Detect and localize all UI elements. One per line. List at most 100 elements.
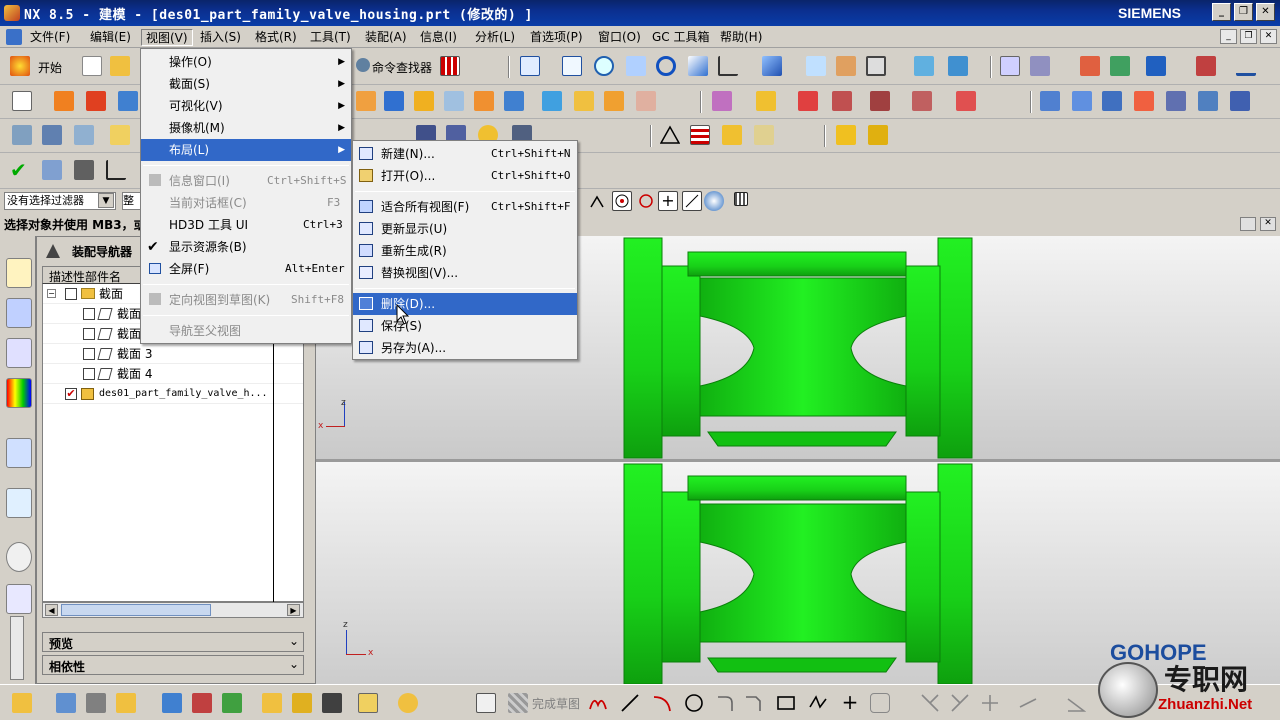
revolve-icon[interactable] [86, 91, 106, 111]
fit-view-icon[interactable] [520, 56, 540, 76]
menu-format[interactable]: 格式(R) [251, 29, 301, 46]
menu-item-camera[interactable]: 摄像机(M) ▶ [141, 117, 351, 139]
menu-tools[interactable]: 工具(T) [306, 29, 355, 46]
section-2-checkbox[interactable] [83, 328, 95, 340]
menu-help[interactable]: 帮助(H) [716, 29, 766, 46]
start-label[interactable]: 开始 [38, 59, 62, 76]
pin-icon[interactable] [46, 244, 60, 258]
constraint-navigator-tab-icon[interactable] [6, 298, 32, 328]
sync-icon-c[interactable] [798, 91, 818, 111]
sketch-task-icon[interactable] [476, 693, 496, 713]
status-toggle-icon[interactable] [1240, 217, 1256, 231]
scroll-left-icon[interactable]: ◀ [45, 604, 58, 616]
menu-item-layout[interactable]: 布局(L) ▶ [141, 139, 351, 161]
nx-document-icon[interactable] [6, 29, 22, 45]
start-icon[interactable] [10, 56, 30, 76]
expand-chevron-icon[interactable]: ⌄ [289, 657, 299, 671]
rotate-icon[interactable] [656, 56, 676, 76]
section-1-checkbox[interactable] [83, 308, 95, 320]
part-checkbox-checked[interactable]: ✔ [65, 388, 77, 400]
layout-fit-all-views[interactable]: 适合所有视图(F) Ctrl+Shift+F [353, 196, 577, 218]
pmi-icon[interactable] [722, 125, 742, 145]
dimension-icon[interactable] [1196, 56, 1216, 76]
orient-view-icon[interactable] [718, 56, 738, 76]
pan-icon[interactable] [626, 56, 646, 76]
mdi-restore-button[interactable]: ❐ [1240, 29, 1257, 44]
layout-save-as[interactable]: 另存为(A)... [353, 337, 577, 359]
dependency-panel-header[interactable]: 相依性 ⌄ [42, 655, 304, 675]
bottom-icon-k[interactable] [358, 693, 378, 713]
section-3-checkbox[interactable] [83, 348, 95, 360]
select-icon-a[interactable] [42, 160, 62, 180]
surface-icon-a[interactable] [1040, 91, 1060, 111]
trim-icon[interactable] [920, 693, 940, 713]
constraint-icon[interactable] [1018, 693, 1038, 713]
block-icon[interactable] [118, 91, 138, 111]
display-mode-icon[interactable] [866, 56, 886, 76]
bottom-icon-h[interactable] [262, 693, 282, 713]
menu-file[interactable]: 文件(F) [26, 29, 74, 46]
system-materials-tab-icon[interactable] [6, 584, 32, 614]
snap-arc-icon[interactable] [588, 191, 606, 211]
section-4-checkbox[interactable] [83, 368, 95, 380]
mdi-minimize-button[interactable]: _ [1220, 29, 1237, 44]
status-close-icon[interactable]: ✕ [1260, 217, 1276, 231]
menu-analysis[interactable]: 分析(L) [471, 29, 519, 46]
bottom-icon-d[interactable] [116, 693, 136, 713]
sync-icon-e[interactable] [870, 91, 890, 111]
extrude-icon[interactable] [54, 91, 74, 111]
snap-grid-icon[interactable] [734, 192, 748, 206]
extend-icon[interactable] [950, 693, 970, 713]
bottom-icon-g[interactable] [222, 693, 242, 713]
binoculars-icon[interactable] [356, 58, 370, 72]
snap-quadrant-icon[interactable] [636, 191, 656, 211]
feature-icon-d[interactable] [444, 91, 464, 111]
close-button[interactable]: ✕ [1256, 3, 1275, 21]
corner-icon[interactable] [980, 693, 1000, 713]
minimize-button[interactable]: _ [1212, 3, 1231, 21]
bottom-icon-a[interactable] [12, 693, 32, 713]
axis-icon[interactable] [106, 160, 126, 180]
background-icon[interactable] [836, 56, 856, 76]
bottom-icon-b[interactable] [56, 693, 76, 713]
table-icon[interactable] [690, 125, 710, 145]
sync-icon-d[interactable] [832, 91, 852, 111]
clock-tab-icon[interactable] [6, 542, 32, 572]
line-icon[interactable] [620, 693, 640, 713]
feature-icon-f[interactable] [504, 91, 524, 111]
menu-item-show-resource-bar[interactable]: ✔ 显示资源条(B) [141, 236, 351, 258]
profile-icon[interactable] [588, 693, 608, 713]
menu-item-hd3d-tools[interactable]: HD3D 工具 UI Ctrl+3 [141, 214, 351, 236]
feature-icon-i[interactable] [604, 91, 624, 111]
move-icon[interactable] [1146, 56, 1166, 76]
zoom-window-icon[interactable] [562, 56, 582, 76]
surface-icon-b[interactable] [1072, 91, 1092, 111]
feature-icon-c[interactable] [414, 91, 434, 111]
layout-replace-view[interactable]: 替换视图(V)... [353, 262, 577, 284]
tree-row-section-3[interactable]: 截面 3 [43, 344, 303, 364]
snap-face-icon[interactable] [704, 191, 724, 211]
menu-information[interactable]: 信息(I) [416, 29, 461, 46]
render-style-icon[interactable] [762, 56, 782, 76]
section-view-icon[interactable] [806, 56, 826, 76]
menu-window[interactable]: 窗口(O) [594, 29, 645, 46]
history-tab-icon[interactable] [6, 488, 32, 518]
menu-assembly[interactable]: 装配(A) [361, 29, 411, 46]
weld-icon-a[interactable] [836, 125, 856, 145]
menu-item-visualization[interactable]: 可视化(V) ▶ [141, 95, 351, 117]
scroll-right-icon[interactable]: ▶ [287, 604, 300, 616]
surface-icon-g[interactable] [1230, 91, 1250, 111]
bottom-icon-j[interactable] [322, 693, 342, 713]
assembly-icon-d[interactable] [110, 125, 130, 145]
menu-item-section[interactable]: 截面(S) ▶ [141, 73, 351, 95]
nx-app-icon[interactable] [4, 5, 20, 21]
new-file-icon[interactable] [82, 56, 102, 76]
section-checkbox[interactable] [65, 288, 77, 300]
feature-icon-b[interactable] [384, 91, 404, 111]
layout-update-display[interactable]: 更新显示(U) [353, 218, 577, 240]
navigator-hscroll[interactable]: ◀ ▶ [42, 602, 304, 618]
perspective-icon[interactable] [688, 56, 708, 76]
point-icon[interactable]: + [840, 692, 860, 713]
sync-icon-b[interactable] [756, 91, 776, 111]
measure-icon[interactable] [1236, 56, 1256, 76]
